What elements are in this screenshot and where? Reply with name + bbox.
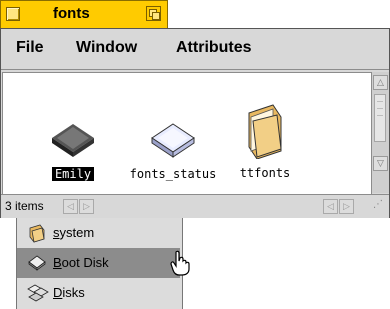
- scroll-right-button[interactable]: ▷: [79, 199, 94, 214]
- status-bar: 3 items ◁ ▷ ◁ ▷ ⋰: [1, 194, 389, 218]
- popup-item-boot-disk[interactable]: Boot Disk: [17, 248, 190, 278]
- disk-icon: [28, 255, 46, 271]
- item-count: 3 items: [5, 199, 44, 213]
- icon-item-ttfonts[interactable]: ttfonts: [235, 103, 295, 182]
- icon-label: fonts_status: [129, 167, 217, 181]
- tracker-window: File Window Attributes Emily fonts_statu…: [0, 28, 390, 218]
- menu-attributes[interactable]: Attributes: [176, 39, 252, 57]
- scroll-down-button[interactable]: ▽: [373, 156, 388, 171]
- scroll-left-button-2[interactable]: ◁: [323, 199, 338, 214]
- icon-item-fonts-status[interactable]: fonts_status: [123, 120, 223, 183]
- pointer-hand-icon: [170, 250, 190, 276]
- zoom-box[interactable]: [146, 6, 161, 21]
- disks-icon: [27, 284, 49, 302]
- disk-icon: [52, 124, 94, 157]
- icon-item-emily[interactable]: Emily: [43, 120, 103, 183]
- scroll-up-button[interactable]: △: [373, 75, 388, 90]
- close-box[interactable]: [6, 7, 20, 21]
- scroll-thumb[interactable]: [374, 94, 386, 142]
- navigation-popup-menu: system Boot Disk Disks: [16, 218, 190, 309]
- popup-label-mnemonic: B: [53, 255, 62, 270]
- popup-label: oot Disk: [61, 255, 109, 270]
- window-title: fonts: [53, 5, 90, 22]
- window-title-tab[interactable]: fonts: [0, 0, 168, 28]
- vertical-scrollbar[interactable]: △ ▽: [371, 72, 389, 193]
- file-view[interactable]: Emily fonts_status ttfonts: [2, 72, 372, 195]
- icon-label: Emily: [51, 167, 95, 181]
- menu-file[interactable]: File: [16, 39, 44, 57]
- resize-grip-icon[interactable]: ⋰: [373, 199, 387, 213]
- scroll-right-button-2[interactable]: ▷: [339, 199, 354, 214]
- popup-label-mnemonic: D: [53, 285, 63, 300]
- popup-item-system[interactable]: system: [17, 218, 180, 248]
- popup-item-disks[interactable]: Disks: [17, 278, 180, 308]
- scroll-left-button[interactable]: ◁: [63, 199, 78, 214]
- menu-bar: File Window Attributes: [1, 29, 389, 70]
- menu-window[interactable]: Window: [76, 39, 137, 57]
- folder-icon: [29, 224, 45, 243]
- folder-icon: [248, 104, 282, 160]
- icon-label: ttfonts: [239, 166, 291, 180]
- disk-icon: [151, 123, 195, 158]
- popup-label: isks: [62, 285, 85, 300]
- popup-label: ystem: [59, 225, 95, 240]
